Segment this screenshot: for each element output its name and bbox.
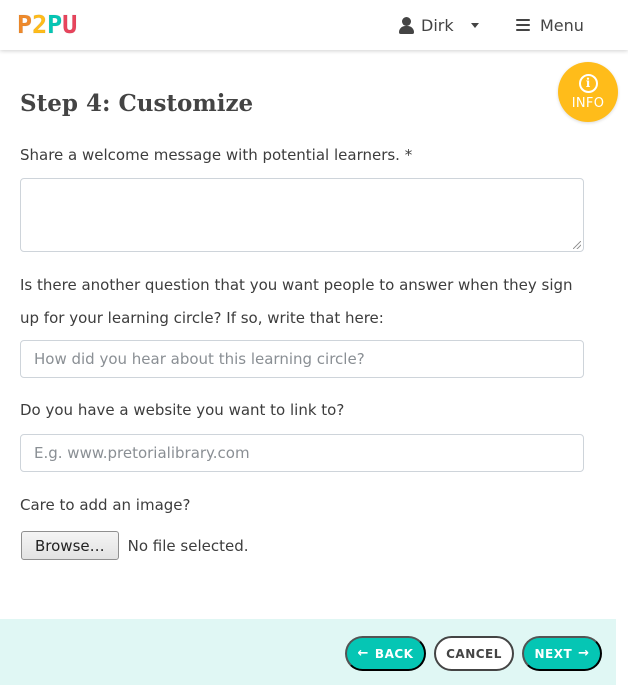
resize-handle-icon[interactable] [573,241,581,249]
website-input[interactable]: E.g. www.pretorialibrary.com [20,434,584,472]
arrow-right-icon: → [578,646,590,661]
cancel-label: CANCEL [446,646,502,661]
menu-toggle-button[interactable]: Menu [516,14,584,36]
browse-button[interactable]: Browse… [21,531,119,560]
image-file-picker: Browse… No file selected. [21,531,249,560]
info-label: INFO [571,95,605,111]
user-icon [399,16,414,34]
p2pu-logo[interactable]: P2PU [16,9,78,41]
caret-down-icon [470,22,479,28]
back-label: BACK [374,646,414,661]
logo-letter: 2 [32,10,48,40]
logo-letter: U [62,10,78,40]
info-icon: i [578,73,598,93]
welcome-message-label: Share a welcome message with potential l… [20,146,413,164]
signup-question-label: Is there another question that you want … [20,276,573,327]
info-button[interactable]: i INFO [558,62,618,122]
menu-label: Menu [540,15,584,35]
back-button[interactable]: ← BACK [345,636,426,671]
website-label: Do you have a website you want to link t… [20,401,345,419]
next-button[interactable]: NEXT → [522,636,602,671]
cancel-button[interactable]: CANCEL [434,636,514,671]
welcome-message-textarea[interactable] [20,178,584,252]
logo-letter: P [16,10,33,40]
file-status: No file selected. [127,536,249,555]
user-dropdown[interactable]: Dirk [399,14,479,36]
top-navbar: P2PU Dirk Menu [0,0,628,50]
hamburger-icon [516,19,530,31]
signup-question-input[interactable]: How did you hear about this learning cir… [20,340,584,378]
page-title: Step 4: Customize [20,90,254,117]
arrow-left-icon: ← [357,646,369,661]
logo-letter: P [47,10,63,40]
user-name: Dirk [421,15,454,35]
next-label: NEXT [534,646,573,661]
image-label: Care to add an image? [20,496,191,514]
